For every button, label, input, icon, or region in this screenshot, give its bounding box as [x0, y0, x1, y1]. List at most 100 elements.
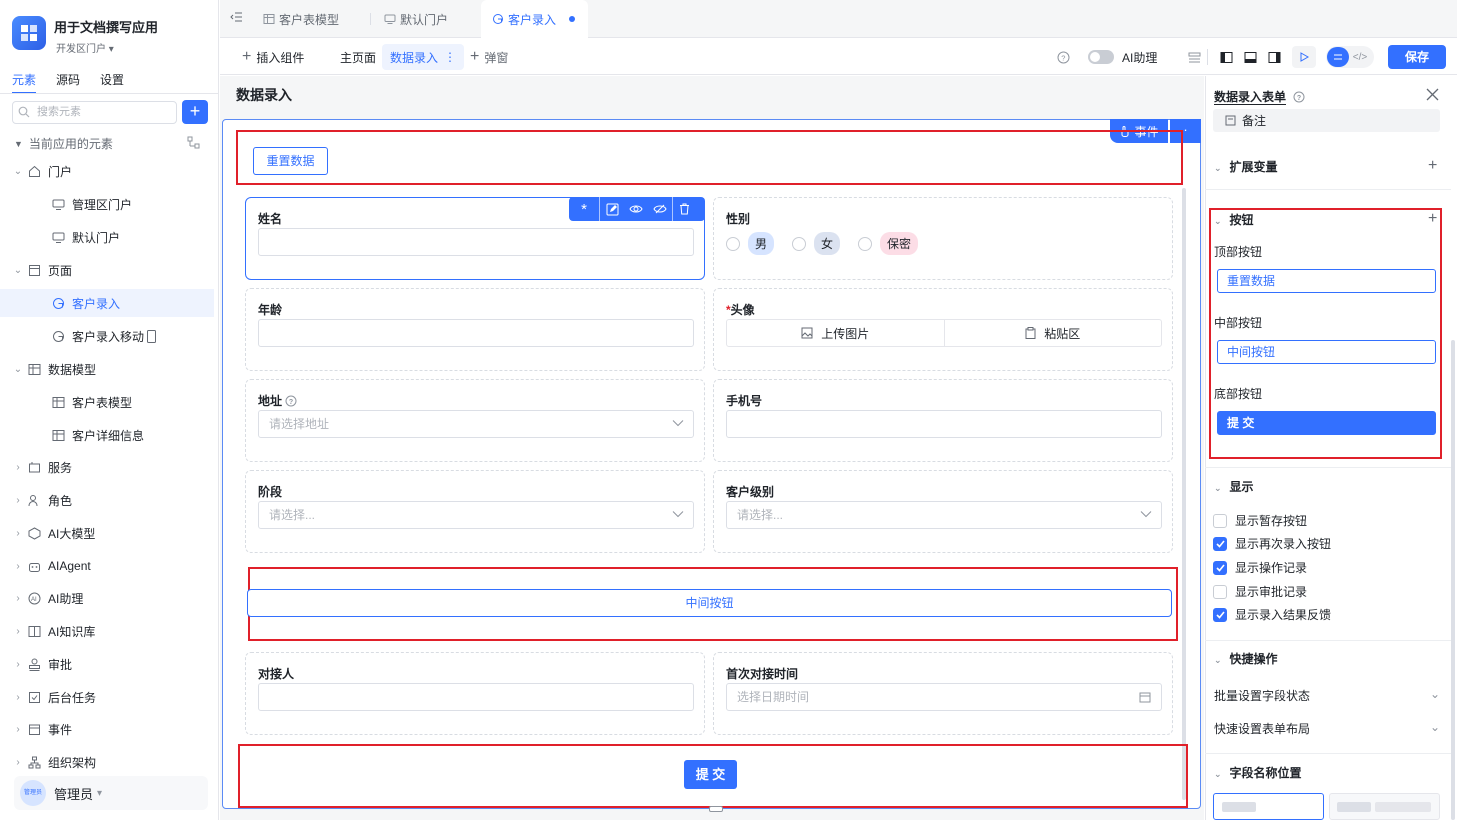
visible-icon[interactable]	[624, 204, 648, 214]
sidebar-item-role[interactable]: › 角色	[0, 486, 214, 514]
contact-input[interactable]	[258, 683, 694, 711]
reset-data-button[interactable]: 重置数据	[253, 147, 328, 175]
field-address[interactable]: 地址 ? 请选择地址	[245, 379, 705, 462]
sidebar-item-customer-entry-mobile[interactable]: 客户录入移动	[0, 322, 214, 350]
help-icon[interactable]: ?	[1057, 39, 1070, 75]
scrollbar[interactable]	[1182, 188, 1186, 800]
sidebar-item-data-model[interactable]: ⌄ 数据模型	[0, 355, 214, 383]
section-header[interactable]: ▼ 当前应用的元素	[14, 135, 113, 152]
field-age[interactable]: 年龄	[245, 288, 705, 371]
field-avatar[interactable]: *头像 上传图片 粘贴区	[713, 288, 1173, 371]
batch-field-status[interactable]: 批量设置字段状态 ⌄	[1214, 687, 1440, 704]
label-top-option[interactable]	[1213, 793, 1324, 820]
field-customer-level[interactable]: 客户级别 请选择...	[713, 470, 1173, 553]
add-element-button[interactable]: +	[182, 100, 208, 124]
main-page-button[interactable]: 主页面	[340, 39, 376, 75]
collapse-sidebar-icon[interactable]	[229, 10, 243, 24]
sidebar-item-service[interactable]: › 服务	[0, 453, 214, 481]
quick-actions-section[interactable]: ⌄ 快捷操作	[1214, 650, 1278, 667]
display-section[interactable]: ⌄ 显示	[1214, 478, 1254, 495]
option-show-feedback[interactable]: 显示录入结果反馈	[1213, 606, 1331, 623]
checkbox[interactable]	[1213, 607, 1227, 622]
level-select[interactable]: 请选择...	[726, 501, 1162, 529]
data-entry-tab[interactable]: 数据录入 ⋮	[382, 44, 465, 70]
sidebar-item-event[interactable]: › 事件	[0, 715, 214, 743]
checkbox[interactable]	[1213, 536, 1227, 551]
label-left-option[interactable]	[1329, 793, 1440, 820]
top-button-input[interactable]: 重置数据	[1217, 269, 1436, 293]
phone-input[interactable]	[726, 410, 1162, 438]
middle-button-input[interactable]: 中间按钮	[1217, 340, 1436, 364]
sidebar-item-ai-agent[interactable]: › AIAgent	[0, 552, 214, 580]
left-panel-icon[interactable]	[1220, 39, 1233, 75]
radio-secret[interactable]: 保密	[858, 232, 919, 255]
middle-button[interactable]: 中间按钮	[247, 589, 1172, 617]
age-input[interactable]	[258, 319, 694, 347]
tab-settings[interactable]: 设置	[100, 71, 124, 94]
address-select[interactable]: 请选择地址	[258, 410, 694, 438]
tab-customer-entry[interactable]: 客户录入	[481, 0, 588, 38]
ai-toggle[interactable]	[1088, 39, 1114, 75]
submit-button[interactable]: 提 交	[684, 760, 737, 789]
edit-icon[interactable]	[600, 203, 624, 216]
sidebar-item-default-portal[interactable]: 默认门户	[0, 223, 214, 251]
sidebar-item-ai-assistant[interactable]: › AI AI助理	[0, 584, 214, 612]
field-first-contact-time[interactable]: 首次对接时间 选择日期时间	[713, 652, 1173, 735]
stage-select[interactable]: 请选择...	[258, 501, 694, 529]
sidebar-item-ai-kb[interactable]: › AI知识库	[0, 617, 214, 645]
option-show-approval[interactable]: 显示审批记录	[1213, 583, 1307, 600]
preview-icon[interactable]	[1292, 46, 1316, 68]
remark-item[interactable]: 备注	[1213, 109, 1440, 132]
tab-elements[interactable]: 元素	[12, 71, 37, 94]
sidebar-item-org[interactable]: › 组织架构	[0, 748, 214, 776]
sidebar-item-portal[interactable]: ⌄ 门户	[0, 157, 214, 185]
checkbox[interactable]	[1213, 513, 1227, 528]
required-icon[interactable]: *	[569, 201, 599, 218]
radio-female[interactable]: 女	[792, 232, 841, 255]
option-show-draft[interactable]: 显示暂存按钮	[1213, 512, 1307, 529]
option-show-oplog[interactable]: 显示操作记录	[1213, 559, 1307, 576]
upload-image-button[interactable]: 上传图片	[727, 320, 945, 346]
sidebar-item-customer-detail[interactable]: 客户详细信息	[0, 421, 214, 449]
field-contact[interactable]: 对接人	[245, 652, 705, 735]
checkbox[interactable]	[1213, 560, 1227, 575]
view-mode-switch[interactable]: </>	[1326, 46, 1374, 68]
sidebar-item-admin-portal[interactable]: 管理区门户	[0, 190, 214, 218]
field-stage[interactable]: 阶段 请选择...	[245, 470, 705, 553]
field-phone[interactable]: 手机号	[713, 379, 1173, 462]
layout-icon[interactable]	[1188, 39, 1201, 75]
right-panel-icon[interactable]	[1268, 39, 1281, 75]
field-position-section[interactable]: ⌄ 字段名称位置	[1214, 764, 1302, 781]
collapse-icon[interactable]	[187, 136, 200, 149]
sidebar-item-customer-model[interactable]: 客户表模型	[0, 388, 214, 416]
sidebar-item-ai-model[interactable]: › AI大模型	[0, 519, 214, 547]
radio-male[interactable]: 男	[726, 232, 775, 255]
search-input[interactable]: 搜索元素	[12, 101, 177, 124]
save-button[interactable]: 保存	[1388, 45, 1446, 69]
delete-icon[interactable]	[673, 203, 696, 215]
bottom-panel-icon[interactable]	[1244, 39, 1257, 75]
paste-area-button[interactable]: 粘贴区	[945, 320, 1162, 346]
quick-form-layout[interactable]: 快速设置表单布局 ⌄	[1214, 720, 1440, 737]
insert-component-button[interactable]: + 插入组件	[242, 39, 304, 75]
popup-button[interactable]: + 弹窗	[470, 39, 508, 75]
name-input[interactable]	[258, 228, 694, 256]
datetime-picker[interactable]: 选择日期时间	[726, 683, 1162, 711]
field-gender[interactable]: 性别 男 女 保密	[713, 197, 1173, 280]
user-menu[interactable]: 管理员 管理员 ▾	[14, 776, 208, 810]
option-show-reenter[interactable]: 显示再次录入按钮	[1213, 535, 1331, 552]
add-button-icon[interactable]: +	[1428, 210, 1437, 228]
hidden-icon[interactable]	[648, 204, 672, 214]
add-var-icon[interactable]: +	[1428, 157, 1437, 175]
tab-default-portal[interactable]: 默认门户	[384, 0, 484, 38]
sidebar-item-approval[interactable]: › 审批	[0, 650, 214, 678]
buttons-section[interactable]: ⌄ 按钮	[1214, 211, 1254, 228]
panel-scrollbar[interactable]	[1451, 340, 1455, 820]
resize-handle[interactable]	[709, 806, 723, 812]
sidebar-item-customer-entry[interactable]: 客户录入	[0, 289, 214, 317]
ext-vars-section[interactable]: ⌄ 扩展变量	[1214, 158, 1278, 175]
sidebar-item-pages[interactable]: ⌄ 页面	[0, 256, 214, 284]
checkbox[interactable]	[1213, 584, 1227, 599]
tab-customer-model[interactable]: 客户表模型	[263, 0, 370, 38]
bottom-button-input[interactable]: 提 交	[1217, 411, 1436, 435]
